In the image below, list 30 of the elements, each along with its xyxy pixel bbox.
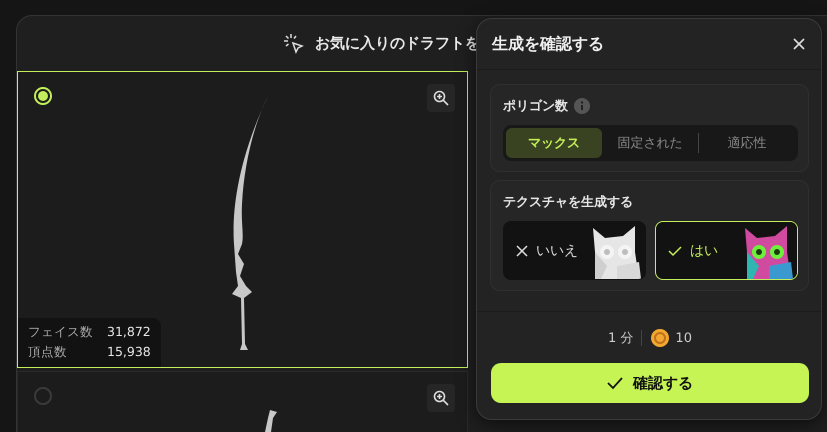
close-button[interactable] (791, 36, 807, 52)
check-icon (607, 376, 623, 390)
info-icon (574, 98, 590, 114)
radio-button[interactable] (34, 387, 52, 405)
texture-option[interactable]: いいえ (503, 221, 646, 280)
draft-card[interactable]: フェイス数 31,872 頂点数 15,938 (17, 71, 468, 368)
zoom-in-icon (433, 390, 449, 406)
segment-tab[interactable]: 適応性 (699, 128, 795, 158)
credit-cost: 10 (675, 330, 692, 346)
dialog-title: 生成を確認する (492, 34, 604, 54)
check-icon (668, 244, 682, 256)
stat-value: 31,872 (107, 324, 151, 341)
stat-value: 15,938 (107, 344, 151, 361)
confirm-button[interactable]: 確認する (491, 363, 809, 403)
zoom-button[interactable] (427, 384, 455, 412)
stat-label: 頂点数 (28, 344, 68, 361)
section-label: ポリゴン数 (503, 98, 568, 115)
stat-label: フェイス数 (28, 324, 93, 341)
texture-option[interactable]: はい (655, 221, 798, 280)
zoom-in-icon (433, 90, 449, 106)
time-estimate: 1 分 (608, 330, 634, 347)
coin-icon (650, 328, 670, 348)
sword-drawing (264, 410, 278, 432)
segment-tab[interactable]: マックス (506, 128, 602, 158)
close-icon (791, 36, 807, 52)
segment-tab[interactable]: 固定された (602, 128, 698, 158)
section-label: テクスチャを生成する (503, 194, 633, 211)
cursor-click-icon (283, 32, 305, 54)
cross-icon (516, 244, 528, 256)
zoom-button[interactable] (427, 84, 455, 112)
